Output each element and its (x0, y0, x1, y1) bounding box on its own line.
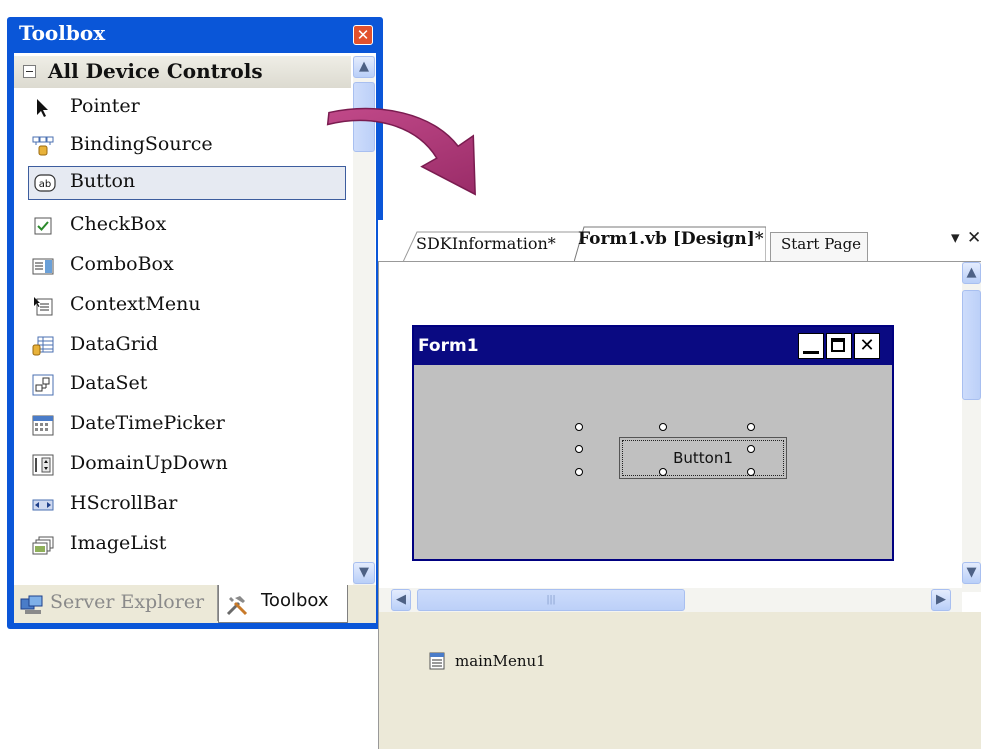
scroll-up-icon[interactable]: ▲ (962, 262, 981, 284)
close-icon[interactable]: ✕ (353, 25, 373, 45)
svg-text:ab: ab (39, 179, 51, 190)
form-title: Form1 (418, 336, 479, 356)
toolbox-bottom-tabs: Server Explorer Toolbox (14, 585, 376, 623)
tray-component-label: mainMenu1 (455, 652, 546, 670)
resize-handle[interactable] (659, 423, 667, 431)
tab-form1-design[interactable]: Form1.vb [Design]* (578, 229, 764, 249)
scroll-thumb[interactable] (962, 290, 981, 400)
toolbox-item-label: CheckBox (70, 213, 167, 235)
group-header-all-device-controls[interactable]: All Device Controls (14, 56, 351, 88)
tab-label: Server Explorer (50, 591, 205, 613)
toolbox-item-contextmenu[interactable]: ContextMenu (28, 289, 348, 323)
server-explorer-icon (20, 595, 43, 614)
tab-server-explorer[interactable]: Server Explorer (14, 585, 218, 621)
domain-updown-icon (32, 454, 54, 476)
toolbox-item-label: DataGrid (70, 333, 159, 355)
designer-window: SDKInformation* Form1.vb [Design]* Start… (378, 220, 981, 749)
toolbox-tools-icon (226, 596, 248, 616)
button1-control[interactable]: Button1 (619, 437, 787, 479)
toolbox-item-dataset[interactable]: DataSet (28, 368, 348, 402)
toolbox-item-label: BindingSource (70, 133, 213, 155)
toolbox-item-pointer[interactable]: Pointer (28, 91, 348, 125)
toolbox-item-hscrollbar[interactable]: HScrollBar (28, 488, 348, 522)
tab-label: Toolbox (261, 590, 329, 611)
toolbox-item-checkbox[interactable]: CheckBox (28, 209, 348, 243)
close-icon[interactable]: ✕ (854, 333, 880, 359)
resize-handle[interactable] (575, 423, 583, 431)
component-tray: mainMenu1 (378, 612, 981, 749)
tab-toolbox[interactable]: Toolbox (218, 585, 348, 623)
toolbox-item-label: DataSet (70, 372, 148, 394)
button-icon: ab (34, 174, 56, 192)
tab-sdkinformation[interactable]: SDKInformation* (416, 234, 556, 253)
resize-handle[interactable] (747, 423, 755, 431)
toolbox-titlebar: Toolbox ✕ (7, 17, 383, 53)
form-titlebar: Form1 ✕ (414, 327, 892, 365)
toolbox-item-button[interactable]: ab Button (28, 166, 346, 200)
toolbox-item-label: Button (70, 170, 136, 192)
datagrid-icon (32, 336, 54, 356)
resize-handle[interactable] (659, 468, 667, 476)
tab-start-page[interactable]: Start Page (781, 235, 861, 253)
toolbox-title: Toolbox (19, 21, 106, 45)
toolbox-item-label: Pointer (70, 95, 140, 117)
toolbox-item-imagelist[interactable]: ImageList (28, 528, 348, 562)
toolbox-item-label: HScrollBar (70, 492, 178, 514)
resize-handle[interactable] (747, 445, 755, 453)
combobox-icon (32, 258, 54, 275)
group-label: All Device Controls (48, 59, 263, 83)
toolbox-item-label: DateTimePicker (70, 412, 225, 434)
document-tabs: SDKInformation* Form1.vb [Design]* Start… (378, 220, 981, 262)
toolbox-item-bindingsource[interactable]: BindingSource (28, 129, 348, 163)
checkbox-icon (34, 217, 52, 235)
minimize-icon[interactable] (798, 333, 824, 359)
toolbox-item-label: ImageList (70, 532, 167, 554)
form-window[interactable]: Form1 ✕ Button1 (412, 325, 894, 561)
binding-source-icon (32, 136, 54, 156)
resize-handle[interactable] (747, 468, 755, 476)
collapse-icon[interactable] (23, 65, 36, 78)
maximize-icon[interactable] (826, 333, 852, 359)
toolbox-item-datagrid[interactable]: DataGrid (28, 329, 348, 363)
resize-handle[interactable] (575, 445, 583, 453)
context-menu-icon (34, 297, 53, 316)
pointer-icon (37, 99, 48, 117)
toolbox-item-domainupdown[interactable]: DomainUpDown (28, 448, 348, 482)
window-position-icon[interactable]: ▾ (951, 228, 960, 248)
hscrollbar-icon (32, 499, 54, 511)
main-menu-icon (429, 652, 445, 670)
toolbox-item-combobox[interactable]: ComboBox (28, 249, 348, 283)
designer-horizontal-scrollbar[interactable]: ◀ ||| ▶ (378, 588, 962, 612)
design-surface[interactable]: Form1 ✕ Button1 (378, 262, 962, 592)
close-icon[interactable]: ✕ (967, 228, 981, 248)
scroll-down-icon[interactable]: ▼ (353, 562, 375, 584)
designer-vertical-scrollbar[interactable]: ▲ ▼ (962, 262, 981, 592)
scroll-up-icon[interactable]: ▲ (353, 56, 375, 78)
dataset-icon (32, 374, 54, 396)
scroll-right-icon[interactable]: ▶ (931, 589, 951, 611)
scroll-left-icon[interactable]: ◀ (391, 589, 411, 611)
scroll-thumb[interactable]: ||| (417, 589, 685, 611)
toolbox-item-label: ContextMenu (70, 293, 201, 315)
toolbox-item-label: ComboBox (70, 253, 174, 275)
toolbox-item-datetimepicker[interactable]: DateTimePicker (28, 408, 348, 442)
imagelist-icon (32, 536, 54, 555)
resize-handle[interactable] (575, 468, 583, 476)
scroll-down-icon[interactable]: ▼ (962, 562, 981, 584)
datetimepicker-icon (32, 415, 54, 436)
curved-arrow-icon (326, 107, 476, 196)
toolbox-item-label: DomainUpDown (70, 452, 228, 474)
